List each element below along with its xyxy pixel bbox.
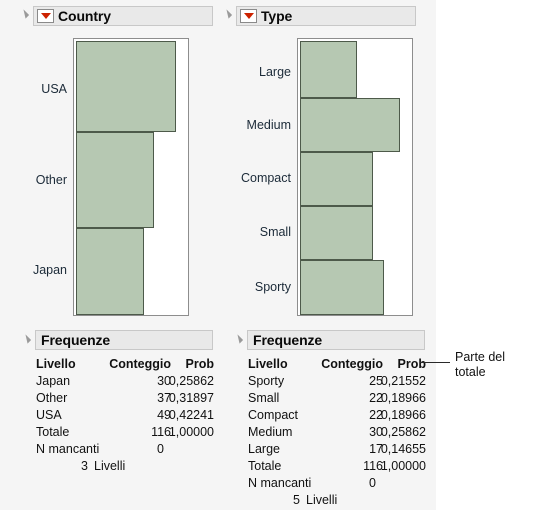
annotation-line-1: Parte del bbox=[455, 350, 506, 364]
bar-compact[interactable] bbox=[300, 152, 373, 206]
levels-count: 5 bbox=[293, 493, 300, 507]
chart-country-plot-area bbox=[76, 41, 186, 315]
annotation-line-2: totale bbox=[455, 365, 486, 379]
table-row[interactable]: Japan 30 0,25862 bbox=[36, 375, 216, 392]
bar-large[interactable] bbox=[300, 41, 357, 98]
cell-level: Small bbox=[248, 391, 280, 405]
bar-sporty[interactable] bbox=[300, 260, 384, 315]
cell-level: USA bbox=[36, 408, 62, 422]
annotation-leader-line bbox=[420, 362, 450, 363]
table-row-total[interactable]: Totale 116 1,00000 bbox=[248, 460, 428, 477]
cell-level: Japan bbox=[36, 374, 71, 388]
chart-country-label-usa: USA bbox=[41, 82, 67, 96]
cell-prob: 0,21552 bbox=[380, 374, 426, 388]
cell-prob: 0,25862 bbox=[168, 374, 214, 388]
table-row-total[interactable]: Totale 116 1,00000 bbox=[36, 426, 216, 443]
table-row-levels: 5 Livelli bbox=[248, 494, 428, 511]
chart-country-label-japan: Japan bbox=[32, 263, 67, 277]
cell-level: Medium bbox=[248, 425, 293, 439]
chart-type-plot-area bbox=[300, 41, 410, 315]
cell-level: Totale bbox=[248, 459, 282, 473]
col-header-prob: Prob bbox=[397, 357, 426, 371]
cell-level: Other bbox=[36, 391, 68, 405]
levels-label: Livelli bbox=[306, 493, 338, 507]
cell-prob: 0,18966 bbox=[380, 408, 426, 422]
missing-value: 0 bbox=[157, 442, 164, 456]
table-row[interactable]: Compact 22 0,18966 bbox=[248, 409, 428, 426]
cell-prob: 1,00000 bbox=[168, 425, 214, 439]
chart-country-label-other: Other bbox=[35, 173, 67, 187]
chart-country[interactable] bbox=[73, 38, 189, 316]
col-header-livello: Livello bbox=[248, 357, 288, 371]
col-header-prob: Prob bbox=[185, 357, 214, 371]
bar-usa[interactable] bbox=[76, 41, 176, 132]
red-triangle-menu-icon-type[interactable] bbox=[240, 9, 257, 23]
cell-prob: 1,00000 bbox=[380, 459, 426, 473]
freq-title-country: Frequenze bbox=[41, 332, 111, 348]
col-header-livello: Livello bbox=[36, 357, 76, 371]
table-row[interactable]: Sporty 25 0,21552 bbox=[248, 375, 428, 392]
red-triangle-glyph bbox=[243, 13, 254, 19]
chart-type[interactable] bbox=[297, 38, 413, 316]
levels-label: Livelli bbox=[94, 459, 126, 473]
freq-table-country: Livello Conteggio Prob Japan 30 0,25862 … bbox=[36, 358, 216, 477]
cell-prob: 0,25862 bbox=[380, 425, 426, 439]
bar-medium[interactable] bbox=[300, 98, 400, 152]
panel-title-type: Type bbox=[261, 8, 293, 24]
cell-level: Totale bbox=[36, 425, 70, 439]
table-row-levels: 3 Livelli bbox=[36, 460, 216, 477]
red-triangle-glyph bbox=[40, 13, 51, 19]
cell-level: Large bbox=[248, 442, 280, 456]
report-window: Country Type USA Other Japan Large Mediu… bbox=[0, 0, 544, 510]
bar-small[interactable] bbox=[300, 206, 373, 260]
chart-type-label-compact: Compact bbox=[240, 171, 291, 185]
cell-level: Sporty bbox=[248, 374, 285, 388]
freq-table-type: Livello Conteggio Prob Sporty 25 0,21552… bbox=[248, 358, 428, 511]
bar-japan[interactable] bbox=[76, 228, 144, 315]
table-row[interactable]: Small 22 0,18966 bbox=[248, 392, 428, 409]
panel-title-country: Country bbox=[58, 8, 111, 24]
chart-type-label-sporty: Sporty bbox=[254, 280, 291, 294]
chart-type-label-small: Small bbox=[259, 225, 291, 239]
table-row[interactable]: Large 17 0,14655 bbox=[248, 443, 428, 460]
outline-header-type[interactable]: Type bbox=[236, 6, 416, 26]
missing-value: 0 bbox=[369, 476, 376, 490]
table-row[interactable]: Medium 30 0,25862 bbox=[248, 426, 428, 443]
red-triangle-menu-icon-country[interactable] bbox=[37, 9, 54, 23]
cell-prob: 0,31897 bbox=[168, 391, 214, 405]
table-header-row: Livello Conteggio Prob bbox=[248, 358, 428, 375]
table-row-missing: N mancanti 0 bbox=[36, 443, 216, 460]
outline-header-freq-type[interactable]: Frequenze bbox=[247, 330, 425, 350]
freq-title-type: Frequenze bbox=[253, 332, 323, 348]
bar-other[interactable] bbox=[76, 132, 154, 228]
levels-count: 3 bbox=[81, 459, 88, 473]
chart-type-label-medium: Medium bbox=[246, 118, 291, 132]
cell-prob: 0,18966 bbox=[380, 391, 426, 405]
table-header-row: Livello Conteggio Prob bbox=[36, 358, 216, 375]
chart-type-label-large: Large bbox=[259, 65, 291, 79]
cell-prob: 0,14655 bbox=[380, 442, 426, 456]
table-row[interactable]: Other 37 0,31897 bbox=[36, 392, 216, 409]
outline-header-freq-country[interactable]: Frequenze bbox=[35, 330, 213, 350]
outline-header-country[interactable]: Country bbox=[33, 6, 213, 26]
cell-prob: 0,42241 bbox=[168, 408, 214, 422]
table-row-missing: N mancanti 0 bbox=[248, 477, 428, 494]
table-row[interactable]: USA 49 0,42241 bbox=[36, 409, 216, 426]
